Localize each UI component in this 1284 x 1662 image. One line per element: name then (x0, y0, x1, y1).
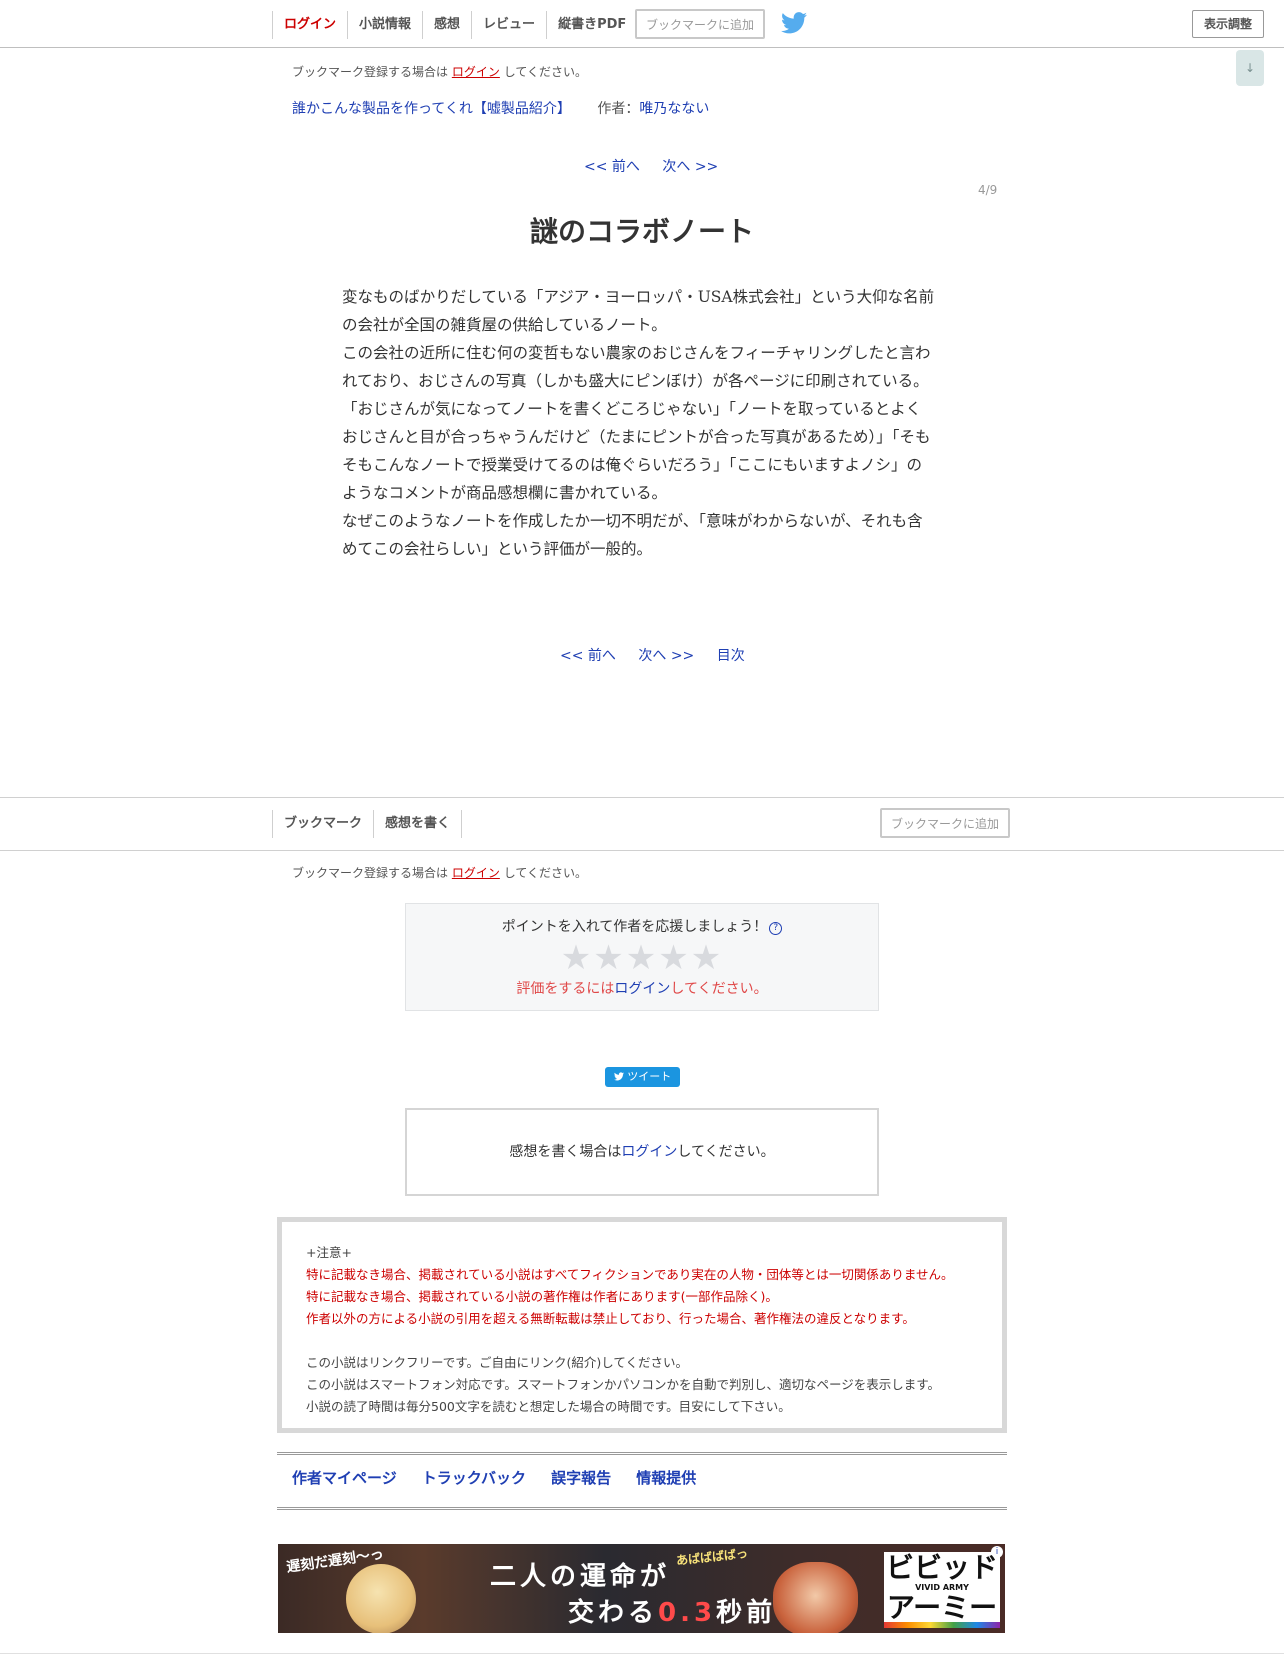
tweet-bird-icon (613, 1070, 628, 1083)
notice-line: この小説はスマートフォン対応です。スマートフォンかパソコンかを自動で判別し、適切… (306, 1377, 941, 1392)
prev-link-top[interactable]: << 前へ (584, 159, 640, 175)
author-link[interactable]: 唯乃なない (639, 101, 709, 117)
points-login-link[interactable]: ログイン (614, 981, 670, 997)
notice-line: 小説の読了時間は毎分500文字を読むと想定した場合の時間です。目安にして下さい。 (306, 1399, 791, 1414)
points-title-text: ポイントを入れて作者を応援しましょう！ (501, 919, 768, 935)
bookmark-note-text: ブックマーク登録する場合は (292, 65, 449, 79)
top-nav-list: ログイン 小説情報 感想 レビュー 縦書きPDF (272, 11, 637, 39)
notice-red-line: 特に記載なき場合、掲載されている小説はすべてフィクションであり実在の人物・団体等… (306, 1267, 954, 1282)
bookmark-note-login-link[interactable]: ログイン (452, 65, 500, 79)
bookmark-note-text: ブックマーク登録する場合は (292, 866, 449, 880)
nav-vertical-pdf[interactable]: 縦書きPDF (546, 11, 637, 39)
bookmark-note-text-after: してください。 (503, 866, 587, 880)
points-title: ポイントを入れて作者を応援しましょう！? (406, 916, 878, 936)
display-settings-button[interactable]: 表示調整 (1192, 10, 1264, 38)
chapter-body: 変なものばかりだしている「アジア・ヨーロッパ・USA株式会社」という大仰な名前の… (342, 283, 936, 563)
bookmark-note-text-after: してください。 (503, 65, 587, 79)
star-rating[interactable]: ★★★★★ (406, 940, 878, 976)
footer-links: 作者マイページ トラックバック 誤字報告 情報提供 (277, 1452, 1007, 1510)
bookmark-login-note-bottom: ブックマーク登録する場合は ログイン してください。 (292, 864, 587, 881)
page-number: 4/9 (978, 183, 998, 197)
points-panel: ポイントを入れて作者を応援しましょう！? ★★★★★ 評価をするにはログインして… (405, 903, 879, 1011)
points-login-text-after: してください。 (670, 981, 768, 997)
next-link-top[interactable]: 次へ >> (662, 159, 718, 175)
notice-red-line: 作者以外の方による小説の引用を超える無断転載は禁止しており、行った場合、著作権法… (306, 1311, 915, 1326)
notice-red-line: 特に記載なき場合、掲載されている小説の著作権は作者にあります(一部作品除く)。 (306, 1289, 778, 1304)
bookmark-login-note: ブックマーク登録する場合は ログイン してください。 (292, 63, 587, 80)
bottom-nav: ブックマーク 感想を書く ブックマークに追加 (0, 797, 1284, 851)
impression-panel: 感想を書く場合はログインしてください。 (405, 1108, 879, 1196)
nav-review[interactable]: レビュー (471, 11, 546, 39)
nav-novel-info[interactable]: 小説情報 (347, 11, 422, 39)
body-paragraph: なぜこのようなノートを作成したか一切不明だが、「意味がわからないが、それも含めて… (342, 512, 923, 558)
twitter-icon[interactable] (781, 12, 807, 34)
notice-line: この小説はリンクフリーです。ご自由にリンク(紹介)してください。 (306, 1355, 689, 1370)
author-label: 作者： (597, 101, 640, 117)
prev-link-bottom[interactable]: << 前へ (560, 648, 616, 664)
tweet-label: ツイート (627, 1070, 672, 1083)
next-link-bottom[interactable]: 次へ >> (638, 648, 694, 664)
add-bookmark-button[interactable]: ブックマークに追加 (635, 9, 765, 39)
logo-top: ビビッド (885, 1551, 998, 1584)
info-provide-link[interactable]: 情報提供 (636, 1455, 696, 1502)
nav-impressions[interactable]: 感想 (422, 11, 471, 39)
body-paragraph: この会社の近所に住む何の変哲もない農家のおじさんをフィーチャリングしたと言われて… (342, 344, 931, 390)
chapter-title: 謎のコラボノート (529, 215, 754, 248)
impression-text: 感想を書く場合は (509, 1144, 622, 1160)
top-nav: ログイン 小説情報 感想 レビュー 縦書きPDF ブックマークに追加 表示調整 (0, 0, 1284, 48)
nav-login[interactable]: ログイン (272, 11, 347, 39)
tweet-button[interactable]: ツイート (605, 1067, 680, 1087)
banner-headline-2a: 交わる (568, 1598, 659, 1628)
body-paragraph: 「おじさんが気になってノートを書くどころじゃない」「ノートを取っているとよくおじ… (342, 400, 931, 502)
banner-headline-2: 交わる0.3秒前 (568, 1592, 776, 1629)
toc-link[interactable]: 目次 (717, 648, 745, 664)
novel-header: 誰かこんな製品を作ってくれ【嘘製品紹介】 作者：唯乃なない (292, 98, 709, 118)
typo-report-link[interactable]: 誤字報告 (551, 1455, 611, 1502)
points-login-text: 評価をするには (516, 981, 615, 997)
pager-bottom: << 前へ 次へ >> 目次 (560, 645, 745, 665)
add-bookmark-button-bottom[interactable]: ブックマークに追加 (880, 808, 1010, 838)
scroll-down-button[interactable]: ↓ (1236, 50, 1264, 86)
impression-text-after: してください。 (677, 1144, 775, 1160)
bottom-nav-list: ブックマーク 感想を書く (272, 810, 463, 838)
banner-headline-num: 0.3 (658, 1598, 717, 1628)
bookmark-note-login-link[interactable]: ログイン (452, 866, 500, 880)
nav-write-impression[interactable]: 感想を書く (373, 810, 463, 838)
author-mypage-link[interactable]: 作者マイページ (292, 1455, 397, 1502)
banner-ad[interactable]: 遅刻だ遅刻〜っ あばばばばっ 二人の運命が 交わる0.3秒前 ビビッド VIVI… (278, 1544, 1005, 1633)
novel-title-link[interactable]: 誰かこんな製品を作ってくれ【嘘製品紹介】 (292, 101, 571, 117)
banner-character-right (773, 1562, 858, 1633)
banner-exclaim: あばばばばっ (675, 1546, 749, 1568)
points-login-note: 評価をするにはログインしてください。 (406, 978, 878, 998)
body-paragraph: 変なものばかりだしている「アジア・ヨーロッパ・USA株式会社」という大仰な名前の… (342, 288, 935, 334)
nav-bookmark[interactable]: ブックマーク (272, 810, 375, 838)
notice-spacer (306, 1330, 1002, 1352)
banner-headline-2b: 秒前 (716, 1598, 777, 1628)
banner-character-left (346, 1564, 416, 1633)
help-icon[interactable]: ? (769, 922, 783, 935)
vivid-army-logo: ビビッド VIVID ARMY アーミー (884, 1552, 1000, 1628)
pager-top: << 前へ 次へ >> (584, 156, 718, 176)
impression-login-link[interactable]: ログイン (621, 1144, 677, 1160)
logo-bottom: アーミー (886, 1591, 998, 1624)
banner-headline-1: 二人の運命が (490, 1562, 671, 1592)
logo-stripe (884, 1622, 1000, 1628)
notice-box: +注意+ 特に記載なき場合、掲載されている小説はすべてフィクションであり実在の人… (277, 1217, 1007, 1433)
ad-info-icon[interactable]: i (991, 1546, 1003, 1558)
trackback-link[interactable]: トラックバック (422, 1455, 526, 1502)
notice-heading: +注意+ (306, 1245, 352, 1260)
bottom-divider (0, 1653, 1284, 1654)
